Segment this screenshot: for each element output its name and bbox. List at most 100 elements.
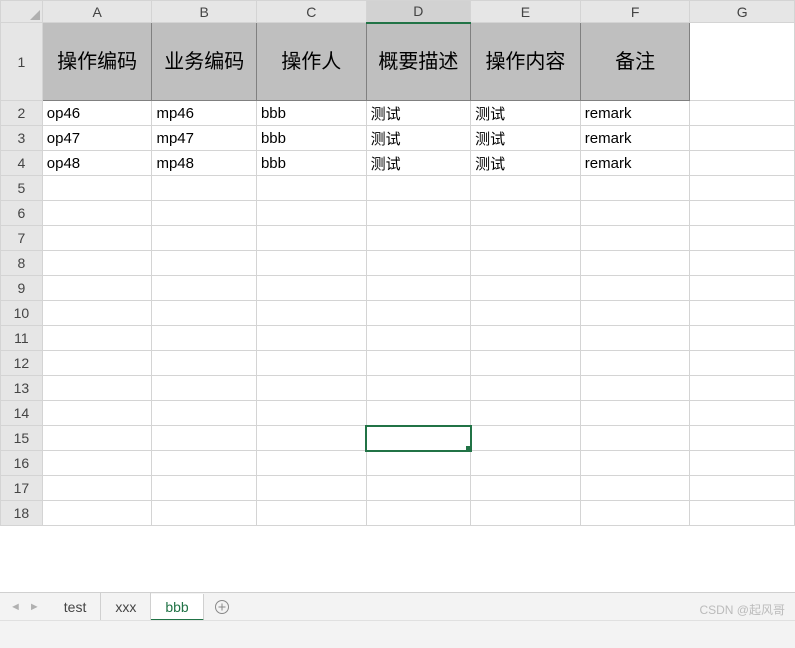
cell[interactable] — [42, 201, 152, 226]
cell[interactable] — [256, 376, 366, 401]
data-cell[interactable]: 测试 — [366, 126, 470, 151]
data-cell[interactable]: 测试 — [471, 101, 581, 126]
cell[interactable] — [580, 476, 690, 501]
cell[interactable] — [152, 426, 256, 451]
cell[interactable] — [152, 226, 256, 251]
data-header-cell[interactable]: 备注 — [580, 23, 690, 101]
data-header-cell[interactable]: 操作人 — [256, 23, 366, 101]
cell[interactable] — [471, 176, 581, 201]
row-header[interactable]: 7 — [1, 226, 43, 251]
cell[interactable] — [580, 351, 690, 376]
column-header-B[interactable]: B — [152, 1, 256, 23]
row-header[interactable]: 8 — [1, 251, 43, 276]
tab-nav-next-icon[interactable]: ► — [27, 601, 42, 613]
row-header[interactable]: 1 — [1, 23, 43, 101]
column-header-F[interactable]: F — [580, 1, 690, 23]
data-cell[interactable]: op47 — [42, 126, 152, 151]
cell[interactable] — [471, 401, 581, 426]
cell[interactable] — [152, 251, 256, 276]
data-cell[interactable]: bbb — [256, 126, 366, 151]
cell[interactable] — [690, 501, 795, 526]
cell[interactable] — [690, 301, 795, 326]
cell[interactable] — [471, 451, 581, 476]
cell[interactable] — [471, 276, 581, 301]
cell[interactable] — [690, 176, 795, 201]
data-cell[interactable]: op48 — [42, 151, 152, 176]
cell[interactable] — [580, 451, 690, 476]
data-cell[interactable]: remark — [580, 151, 690, 176]
row-header[interactable]: 4 — [1, 151, 43, 176]
data-cell[interactable]: bbb — [256, 151, 366, 176]
data-cell[interactable]: remark — [580, 101, 690, 126]
cell[interactable] — [690, 101, 795, 126]
data-cell[interactable]: op46 — [42, 101, 152, 126]
cell[interactable] — [152, 401, 256, 426]
cell[interactable] — [580, 376, 690, 401]
cell[interactable] — [152, 376, 256, 401]
column-header-E[interactable]: E — [471, 1, 581, 23]
row-header[interactable]: 14 — [1, 401, 43, 426]
cell[interactable] — [152, 326, 256, 351]
cell[interactable] — [256, 276, 366, 301]
data-cell[interactable]: mp48 — [152, 151, 256, 176]
cell[interactable] — [580, 176, 690, 201]
select-all-corner[interactable] — [1, 1, 43, 23]
data-cell[interactable]: remark — [580, 126, 690, 151]
cell[interactable] — [471, 226, 581, 251]
cell[interactable] — [471, 476, 581, 501]
data-cell[interactable]: mp47 — [152, 126, 256, 151]
cell[interactable] — [152, 176, 256, 201]
cell[interactable] — [471, 351, 581, 376]
cell[interactable] — [471, 326, 581, 351]
cell[interactable] — [690, 226, 795, 251]
cell[interactable] — [366, 201, 470, 226]
cell[interactable] — [690, 201, 795, 226]
cell[interactable] — [690, 376, 795, 401]
cell[interactable] — [366, 401, 470, 426]
cell[interactable] — [42, 301, 152, 326]
cell[interactable] — [42, 351, 152, 376]
cell[interactable] — [42, 276, 152, 301]
tab-nav-prev-icon[interactable]: ◄ — [8, 601, 23, 613]
row-header[interactable]: 12 — [1, 351, 43, 376]
cell[interactable] — [690, 476, 795, 501]
cell[interactable] — [256, 476, 366, 501]
cell[interactable] — [256, 501, 366, 526]
row-header[interactable]: 3 — [1, 126, 43, 151]
sheet-tab-xxx[interactable]: xxx — [101, 593, 151, 620]
cell[interactable] — [256, 451, 366, 476]
cell[interactable] — [152, 351, 256, 376]
cell[interactable] — [256, 426, 366, 451]
data-cell[interactable]: mp46 — [152, 101, 256, 126]
row-header[interactable]: 11 — [1, 326, 43, 351]
cell[interactable] — [366, 351, 470, 376]
column-header-D[interactable]: D — [366, 1, 470, 23]
cell[interactable] — [690, 401, 795, 426]
cell[interactable] — [366, 501, 470, 526]
data-cell[interactable]: 测试 — [471, 126, 581, 151]
cell[interactable] — [366, 326, 470, 351]
cell[interactable] — [256, 301, 366, 326]
cell[interactable] — [366, 301, 470, 326]
cell[interactable] — [690, 351, 795, 376]
cell[interactable] — [42, 476, 152, 501]
column-header-G[interactable]: G — [690, 1, 795, 23]
row-header[interactable]: 17 — [1, 476, 43, 501]
cell[interactable] — [580, 401, 690, 426]
cell[interactable] — [690, 276, 795, 301]
cell[interactable] — [256, 201, 366, 226]
cell[interactable] — [580, 301, 690, 326]
cell[interactable] — [152, 451, 256, 476]
data-cell[interactable]: 测试 — [366, 101, 470, 126]
cell[interactable] — [366, 226, 470, 251]
cell[interactable] — [580, 326, 690, 351]
cell[interactable] — [42, 251, 152, 276]
add-sheet-button[interactable] — [204, 593, 240, 620]
row-header[interactable]: 18 — [1, 501, 43, 526]
cell[interactable] — [690, 23, 795, 101]
row-header[interactable]: 13 — [1, 376, 43, 401]
row-header[interactable]: 15 — [1, 426, 43, 451]
cell[interactable] — [42, 451, 152, 476]
cell[interactable] — [42, 226, 152, 251]
cell[interactable] — [471, 501, 581, 526]
